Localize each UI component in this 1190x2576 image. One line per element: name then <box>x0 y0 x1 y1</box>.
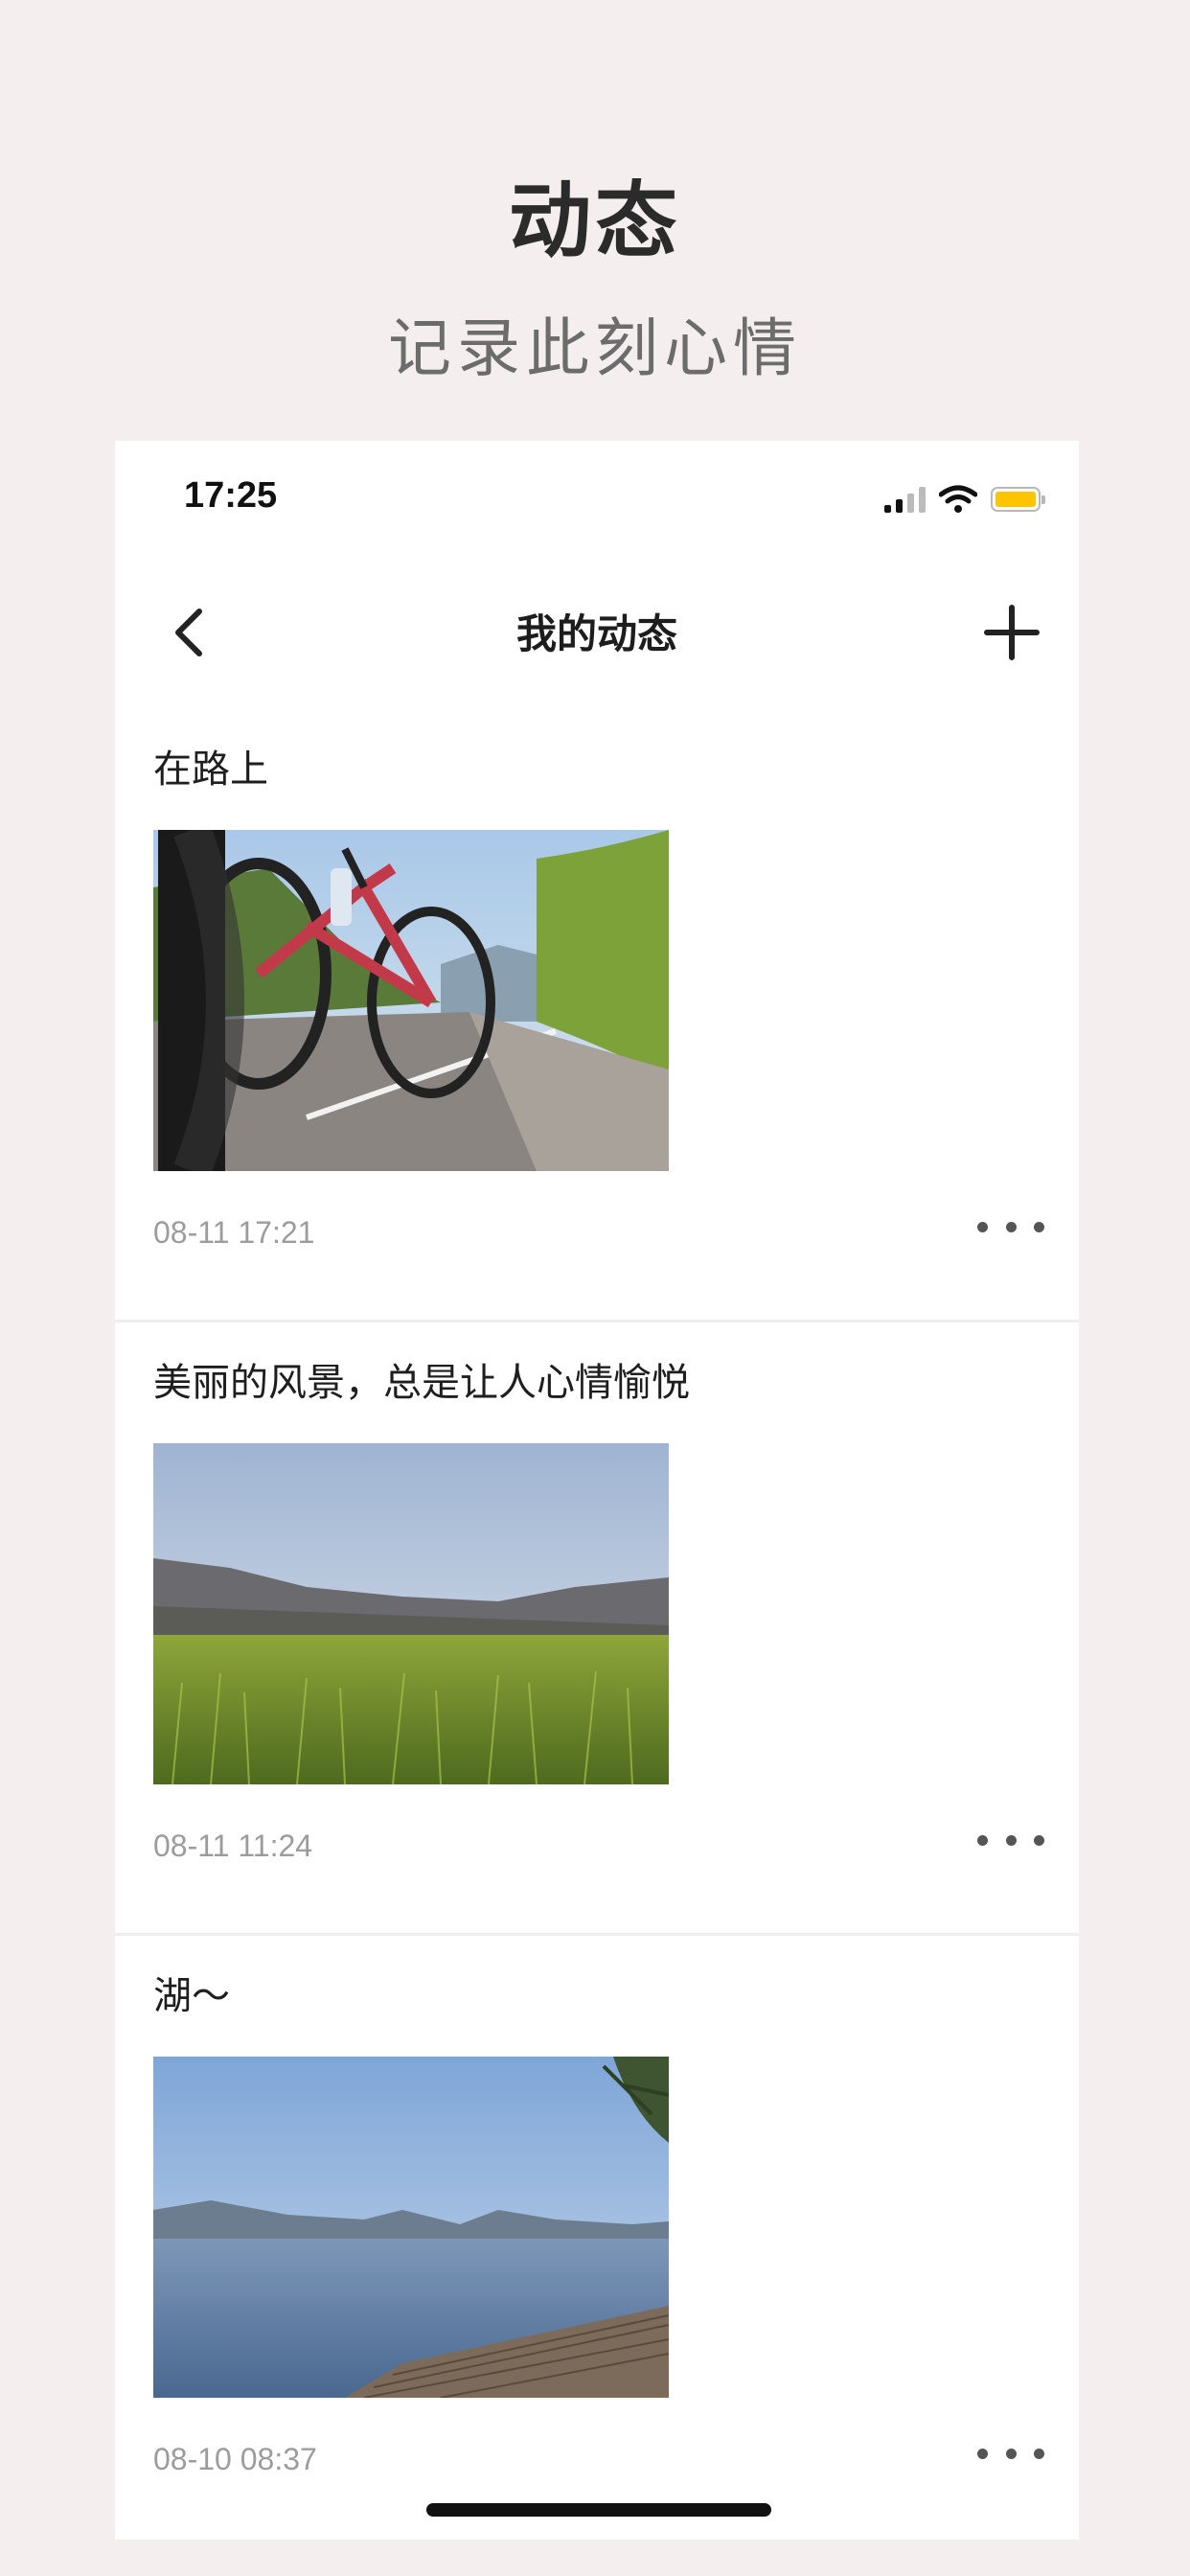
grassland-mountains-photo[interactable] <box>153 1443 669 1784</box>
post-timestamp: 08-10 08:37 <box>153 2442 317 2476</box>
status-icons <box>884 485 1045 514</box>
post-text: 美丽的风景，总是让人心情愉悦 <box>153 1361 690 1405</box>
post-timestamp: 08-11 17:21 <box>153 1215 315 1250</box>
promo-title: 动态 <box>509 173 681 269</box>
bicycle-road-photo[interactable] <box>153 830 669 1171</box>
battery-icon <box>991 487 1045 512</box>
status-bar: 17:25 <box>115 441 1079 556</box>
post-text: 在路上 <box>153 748 268 792</box>
wifi-icon <box>939 485 977 513</box>
post-item[interactable]: 湖～ 08-10 08:37 <box>115 1936 1079 2540</box>
more-options-icon[interactable] <box>977 1821 1044 1859</box>
status-time: 17:25 <box>184 475 278 516</box>
post-item[interactable]: 美丽的风景，总是让人心情愉悦 08-11 11:24 <box>115 1322 1079 1936</box>
page-title: 我的动态 <box>515 610 677 657</box>
lake-pier-photo[interactable] <box>153 2057 669 2398</box>
home-indicator[interactable] <box>426 2503 771 2517</box>
post-item[interactable]: 在路上 08-11 17:21 <box>115 709 1079 1322</box>
page-background: 动态 记录此刻心情 17:25 我的动态 在路上 08-11 17:21 美丽的… <box>0 0 1190 2576</box>
post-text: 湖～ <box>153 1974 230 2018</box>
more-options-icon[interactable] <box>977 1208 1044 1246</box>
signal-icon <box>884 486 926 513</box>
promo-subtitle: 记录此刻心情 <box>388 311 802 385</box>
more-options-icon[interactable] <box>977 2434 1044 2472</box>
post-timestamp: 08-11 11:24 <box>153 1828 313 1863</box>
phone-screen: 17:25 我的动态 在路上 08-11 17:21 美丽的风景，总是让人心情愉… <box>115 441 1079 2540</box>
navigation-bar: 我的动态 <box>115 556 1079 709</box>
plus-icon[interactable] <box>981 602 1042 663</box>
post-feed: 在路上 08-11 17:21 美丽的风景，总是让人心情愉悦 08-11 11:… <box>115 709 1079 2540</box>
